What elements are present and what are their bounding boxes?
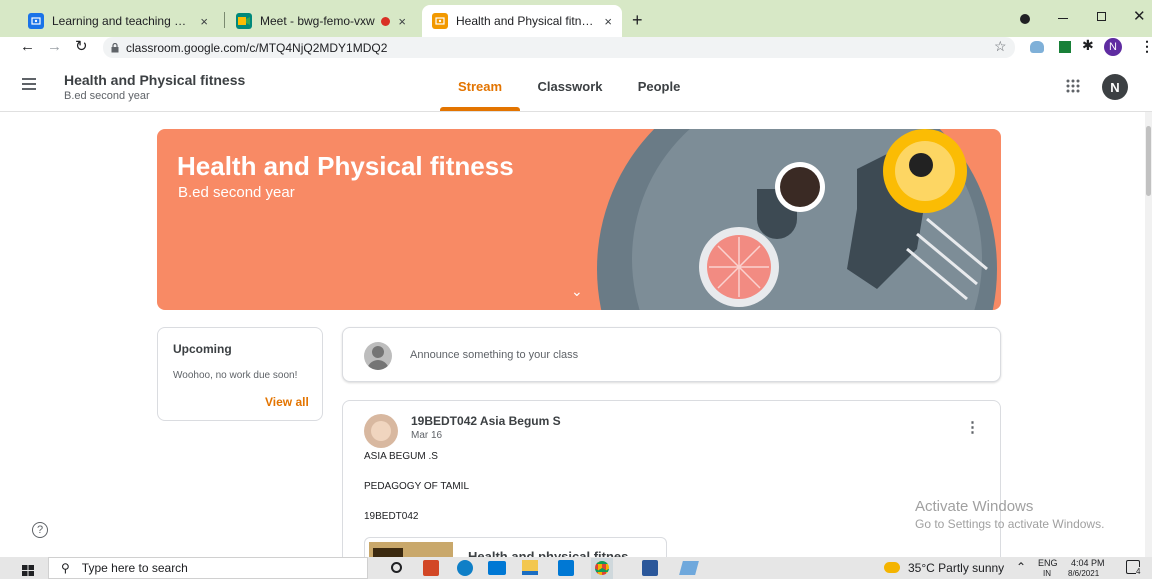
sheets-extension-icon[interactable] — [1059, 41, 1071, 53]
tab-title: Health and Physical fitness B.ed s — [456, 14, 596, 28]
browser-tab-strip: Learning and teaching 2020 × Meet - bwg-… — [0, 0, 1152, 37]
mail-taskbar-icon[interactable] — [488, 561, 506, 575]
tab-stream[interactable]: Stream — [440, 62, 520, 111]
view-all-link[interactable]: View all — [265, 395, 309, 409]
clock-time[interactable]: 4:04 PM — [1071, 558, 1105, 568]
edge-taskbar-icon[interactable] — [457, 560, 473, 576]
tab-classwork[interactable]: Classwork — [530, 62, 610, 111]
chevron-down-icon[interactable]: ⌄ — [571, 283, 583, 300]
clock-date: 8/6/2021 — [1068, 569, 1100, 578]
back-arrow-icon[interactable]: ← — [20, 38, 35, 55]
class-banner: Health and Physical fitness B.ed second … — [157, 129, 1001, 310]
language-indicator[interactable]: ENG — [1038, 558, 1058, 568]
notes-taskbar-icon[interactable] — [679, 561, 699, 575]
post-line: 19BEDT042 — [364, 511, 419, 522]
profile-avatar[interactable]: N — [1104, 38, 1122, 56]
bookmark-star-icon[interactable]: ☆ — [994, 38, 1007, 55]
tab-title: Learning and teaching 2020 — [52, 14, 193, 28]
page-scrollbar[interactable] — [1145, 112, 1152, 557]
post-author: 19BEDT042 Asia Begum S — [411, 414, 561, 428]
account-avatar[interactable]: N — [1102, 74, 1128, 100]
taskbar-search-placeholder: Type here to search — [81, 561, 188, 575]
close-tab-icon[interactable]: × — [192, 14, 208, 29]
weather-text[interactable]: 35°C Partly sunny — [908, 561, 1004, 575]
classroom-favicon-icon — [432, 13, 448, 29]
notification-count-badge: 4 — [1136, 567, 1141, 576]
tab-meet[interactable]: Meet - bwg-femo-vxw × — [226, 5, 416, 37]
close-tab-icon[interactable]: × — [596, 14, 612, 29]
close-tab-icon[interactable]: × — [396, 14, 406, 29]
announce-card[interactable]: Announce something to your class — [342, 327, 1001, 382]
extensions-puzzle-icon[interactable]: ✱ — [1082, 37, 1094, 54]
browser-toolbar: ← → ↻ classroom.google.com/c/MTQ4NjQ2MDY… — [0, 37, 1152, 58]
reload-icon[interactable]: ↻ — [75, 37, 88, 55]
store-taskbar-icon[interactable] — [558, 560, 574, 576]
weather-extension-icon[interactable] — [1030, 41, 1044, 53]
classroom-favicon-icon — [28, 13, 44, 29]
post-line: PEDAGOGY OF TAMIL — [364, 481, 470, 492]
help-icon[interactable]: ? — [32, 522, 48, 538]
recording-indicator-icon — [381, 16, 391, 26]
class-section: B.ed second year — [64, 90, 150, 102]
new-tab-button[interactable]: + — [632, 10, 643, 31]
upcoming-card: Upcoming Woohoo, no work due soon! View … — [157, 327, 323, 421]
weather-icon — [884, 562, 900, 573]
scrollbar-thumb[interactable] — [1146, 126, 1151, 196]
hamburger-menu-icon[interactable] — [22, 78, 36, 90]
lock-icon — [111, 42, 119, 52]
post-date: Mar 16 — [411, 430, 443, 441]
taskbar-search-box[interactable]: ⚲ Type here to search — [48, 557, 368, 579]
chrome-menu-icon[interactable]: ⋮ — [1140, 38, 1152, 55]
search-icon: ⚲ — [61, 561, 70, 575]
tab-title: Meet - bwg-femo-vxw — [260, 14, 375, 28]
tab-health-physical-fitness[interactable]: Health and Physical fitness B.ed s × — [422, 5, 622, 37]
banner-subtitle: B.ed second year — [178, 184, 295, 201]
url-text: classroom.google.com/c/MTQ4NjQ2MDY1MDQ2 — [126, 40, 388, 55]
cortana-icon[interactable] — [391, 562, 402, 573]
user-avatar-placeholder-icon — [364, 342, 392, 370]
profile-dot-icon[interactable] — [1020, 14, 1030, 24]
word-taskbar-icon[interactable] — [642, 560, 658, 576]
activate-windows-subtitle: Go to Settings to activate Windows. — [915, 517, 1105, 531]
chrome-taskbar-icon[interactable] — [591, 558, 613, 579]
upcoming-message: Woohoo, no work due soon! — [173, 370, 298, 381]
restore-icon[interactable] — [1097, 12, 1106, 21]
windows-start-icon[interactable] — [22, 563, 34, 576]
region-indicator: IN — [1043, 569, 1051, 578]
close-window-icon[interactable]: ✕ — [1133, 7, 1146, 25]
file-explorer-taskbar-icon[interactable] — [522, 560, 538, 575]
apps-grid-icon[interactable] — [1066, 79, 1080, 93]
upcoming-title: Upcoming — [173, 342, 232, 356]
announce-input[interactable]: Announce something to your class — [410, 349, 578, 361]
forward-arrow-icon[interactable]: → — [47, 38, 62, 55]
tab-separator — [224, 12, 225, 28]
chevron-up-icon[interactable]: ⌃ — [1016, 560, 1026, 574]
windows-taskbar: ⚲ Type here to search 35°C Partly sunny … — [0, 557, 1152, 579]
tab-learning-and-teaching[interactable]: Learning and teaching 2020 × — [18, 5, 218, 37]
meet-favicon-icon — [236, 13, 252, 29]
post-options-icon[interactable]: ⋮ — [965, 418, 980, 436]
post-card: 19BEDT042 Asia Begum S Mar 16 ⋮ ASIA BEG… — [342, 400, 1001, 571]
banner-title: Health and Physical fitness — [177, 151, 514, 181]
powerpoint-taskbar-icon[interactable] — [423, 560, 439, 576]
tab-people[interactable]: People — [620, 62, 698, 111]
post-line: ASIA BEGUM .S — [364, 451, 438, 462]
address-bar[interactable]: classroom.google.com/c/MTQ4NjQ2MDY1MDQ2 — [103, 37, 1015, 58]
class-title[interactable]: Health and Physical fitness — [64, 72, 245, 88]
classroom-header: Health and Physical fitness B.ed second … — [0, 62, 1152, 112]
minimize-icon[interactable] — [1058, 18, 1068, 19]
activate-windows-title: Activate Windows — [915, 498, 1034, 515]
active-tab-indicator — [440, 107, 520, 111]
author-avatar — [364, 414, 398, 448]
